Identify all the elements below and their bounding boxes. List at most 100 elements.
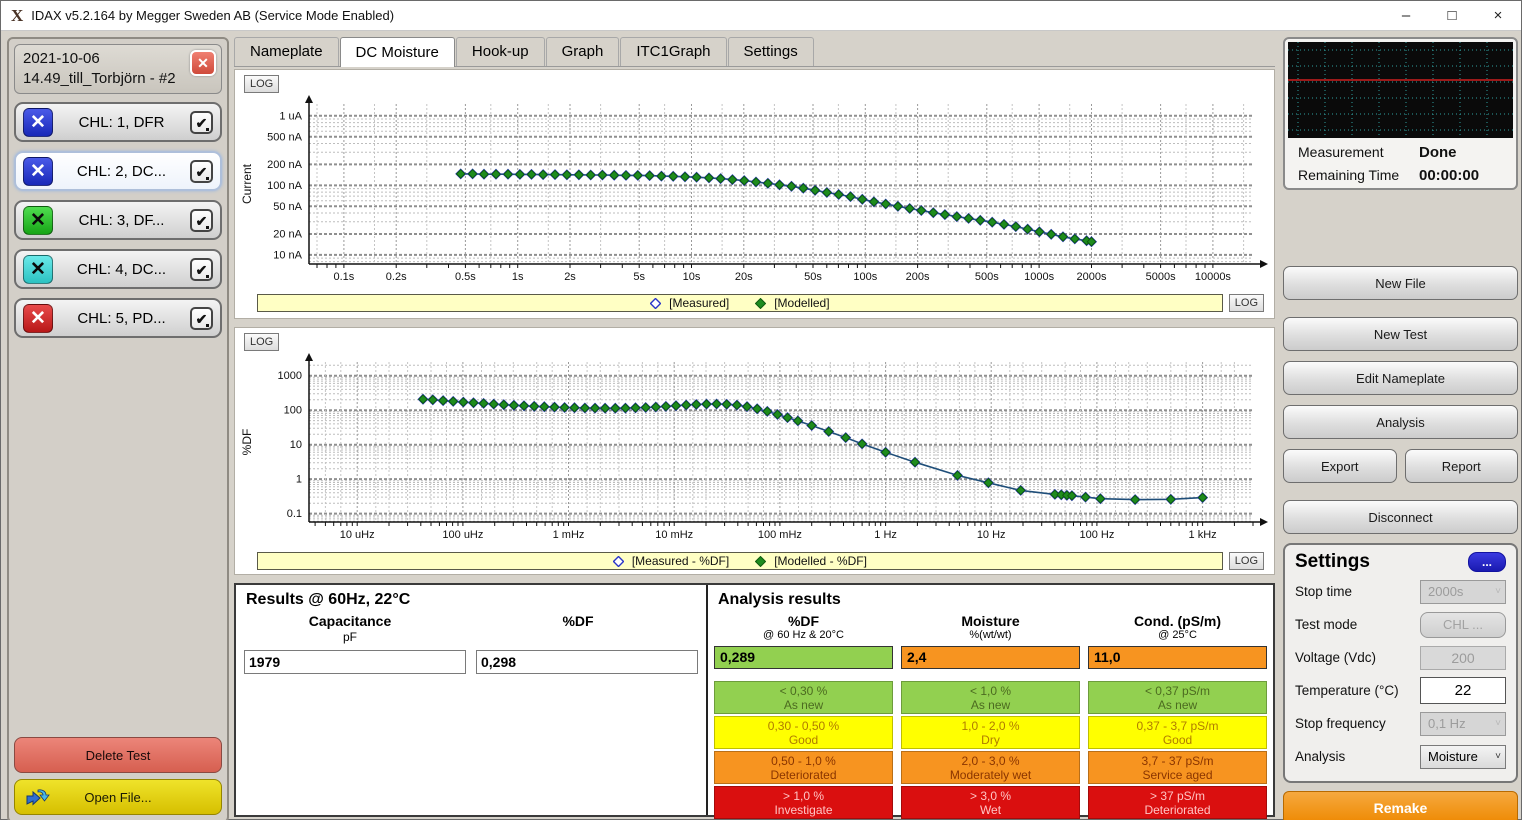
settings-title: Settings — [1295, 551, 1468, 573]
tab-hook-up[interactable]: Hook-up — [456, 37, 545, 66]
channel-color-x-icon: ✕ — [23, 206, 53, 235]
edit-nameplate-button[interactable]: Edit Nameplate — [1283, 361, 1518, 395]
remake-button[interactable]: Remake — [1283, 791, 1518, 820]
channel-color-x-icon: ✕ — [23, 157, 53, 186]
action-buttons: New File New Test Edit Nameplate Analysis Ex… — [1283, 190, 1518, 534]
channel-item-5[interactable]: ✕CHL: 5, PD...✔ — [14, 298, 222, 338]
log-scale-button-df-y[interactable]: LOG — [244, 333, 279, 351]
tab-nameplate[interactable]: Nameplate — [234, 37, 339, 66]
log-scale-button-current-y[interactable]: LOG — [244, 75, 279, 93]
channel-checkbox[interactable]: ✔ — [190, 307, 213, 330]
test-sidebar: 2021-10-06 14.49_till_Torbjörn - #2 ✕ ✕C… — [7, 37, 229, 820]
idax-logo-icon: X — [11, 6, 23, 26]
tab-itc1graph[interactable]: ITC1Graph — [620, 37, 726, 66]
svg-text:100 nA: 100 nA — [267, 180, 303, 192]
analysis-column-3: Cond. (pS/m)@ 25°C11,0< 0,37 pS/mAs new0… — [1088, 613, 1267, 820]
svg-text:1 kHz: 1 kHz — [1189, 529, 1217, 541]
channel-checkbox[interactable]: ✔ — [190, 111, 213, 134]
svg-text:100 mHz: 100 mHz — [758, 529, 802, 541]
analysis-select[interactable]: Moisture˅ — [1420, 745, 1506, 769]
classification-label: As new — [902, 698, 1079, 712]
tab-settings[interactable]: Settings — [728, 37, 814, 66]
tab-graph[interactable]: Graph — [546, 37, 620, 66]
analysis-column-subheader: %(wt/wt) — [901, 629, 1080, 641]
legend-label: [Measured] — [669, 296, 729, 310]
channel-checkbox[interactable]: ✔ — [190, 258, 213, 281]
main-content: 2021-10-06 14.49_till_Torbjörn - #2 ✕ ✕C… — [1, 31, 1521, 820]
checkbox-dot — [206, 177, 209, 180]
channel-checkbox[interactable]: ✔ — [190, 209, 213, 232]
window-title: IDAX v5.2.164 by Megger Sweden AB (Servi… — [31, 8, 1383, 23]
report-button[interactable]: Report — [1405, 449, 1519, 483]
classification-label: As new — [715, 698, 892, 712]
analysis-column-subheader: @ 60 Hz & 20°C — [714, 629, 893, 641]
classification-range: 0,30 - 0,50 % — [715, 719, 892, 733]
action-row: Disconnect — [1283, 500, 1518, 534]
close-test-button[interactable]: ✕ — [190, 50, 216, 76]
log-scale-button-current-x[interactable]: LOG — [1229, 294, 1264, 312]
maximize-button[interactable]: □ — [1429, 1, 1475, 30]
action-row: New File — [1283, 266, 1518, 300]
legend-item: [Measured - %DF] — [613, 554, 729, 568]
remaining-time-row: Remaining Time 00:00:00 — [1288, 161, 1513, 184]
svg-text:500 nA: 500 nA — [267, 131, 303, 143]
settings-menu-button[interactable]: ... — [1468, 552, 1506, 572]
channel-item-3[interactable]: ✕CHL: 3, DF...✔ — [14, 200, 222, 240]
title-bar: X IDAX v5.2.164 by Megger Sweden AB (Ser… — [1, 1, 1521, 31]
settings-row: Voltage (Vdc) — [1295, 641, 1506, 674]
analysis-column-header: Cond. (pS/m) — [1088, 613, 1267, 629]
svg-text:1 mHz: 1 mHz — [553, 529, 585, 541]
delete-test-button[interactable]: Delete Test — [14, 737, 222, 773]
capacitance-header: Capacitance — [236, 613, 464, 629]
svg-text:10 uHz: 10 uHz — [340, 529, 375, 541]
analysis-button[interactable]: Analysis — [1283, 405, 1518, 439]
settings-rows: Stop time2000s˅Test modeCHL ...Voltage (… — [1295, 575, 1506, 773]
classification-label: Deteriorated — [715, 768, 892, 782]
classification-range: > 37 pS/m — [1089, 789, 1266, 803]
svg-text:5s: 5s — [633, 271, 645, 283]
channel-color-x-icon: ✕ — [23, 304, 53, 333]
open-diamond-icon — [650, 298, 661, 309]
new-test-button[interactable]: New Test — [1283, 317, 1518, 351]
action-row: New Test — [1283, 317, 1518, 351]
settings-row: Test modeCHL ... — [1295, 608, 1506, 641]
stop-frequency-value: 0,1 Hz — [1428, 716, 1495, 731]
classification-range: 0,50 - 1,0 % — [715, 754, 892, 768]
stop-time-select: 2000s˅ — [1420, 580, 1506, 604]
analysis-classification-row: > 1,0 %Investigate — [714, 786, 893, 819]
analysis-columns: %DF@ 60 Hz & 20°C0,289< 0,30 %As new0,30… — [708, 611, 1273, 820]
capacitance-value-field[interactable] — [244, 650, 466, 674]
classification-range: > 1,0 % — [715, 789, 892, 803]
svg-text:2s: 2s — [564, 271, 576, 283]
df-value-field[interactable] — [476, 650, 698, 674]
channel-item-1[interactable]: ✕CHL: 1, DFR✔ — [14, 102, 222, 142]
export-button[interactable]: Export — [1283, 449, 1397, 483]
close-window-button[interactable]: × — [1475, 1, 1521, 30]
measurement-monitor: Measurement Done Remaining Time 00:00:00 — [1283, 37, 1518, 190]
svg-text:100s: 100s — [853, 271, 877, 283]
channel-list: ✕CHL: 1, DFR✔ ✕CHL: 2, DC...✔ ✕CHL: 3, DF.… — [14, 102, 222, 347]
analysis-classification-row: < 0,30 %As new — [714, 681, 893, 714]
voltage-vdc--label: Voltage (Vdc) — [1295, 650, 1420, 665]
channel-item-2[interactable]: ✕CHL: 2, DC...✔ — [14, 151, 222, 191]
temperature-c--field[interactable] — [1420, 677, 1506, 704]
open-file-button[interactable]: Open File... — [14, 779, 222, 815]
legend-item: [Modelled] — [755, 296, 829, 310]
analysis-classification-row: 0,37 - 3,7 pS/mGood — [1088, 716, 1267, 749]
channel-checkbox[interactable]: ✔ — [190, 160, 213, 183]
log-scale-button-df-x[interactable]: LOG — [1229, 552, 1264, 570]
disconnect-button[interactable]: Disconnect — [1283, 500, 1518, 534]
svg-text:50 nA: 50 nA — [273, 201, 302, 213]
voltage-vdc--field — [1420, 646, 1506, 670]
analysis-classification-row: < 0,37 pS/mAs new — [1088, 681, 1267, 714]
svg-text:10s: 10s — [683, 271, 701, 283]
tab-dc-moisture[interactable]: DC Moisture — [340, 37, 455, 67]
test-file-header[interactable]: 2021-10-06 14.49_till_Torbjörn - #2 ✕ — [14, 44, 222, 94]
checkbox-dot — [206, 324, 209, 327]
df-vs-frequency-chart: 10 uHz100 uHz1 mHz10 mHz100 mHz1 Hz10 Hz… — [237, 350, 1275, 548]
control-sidebar: Measurement Done Remaining Time 00:00:00… — [1275, 37, 1522, 820]
svg-text:10000s: 10000s — [1195, 271, 1232, 283]
channel-item-4[interactable]: ✕CHL: 4, DC...✔ — [14, 249, 222, 289]
new-file-button[interactable]: New File — [1283, 266, 1518, 300]
minimize-button[interactable]: – — [1383, 1, 1429, 30]
